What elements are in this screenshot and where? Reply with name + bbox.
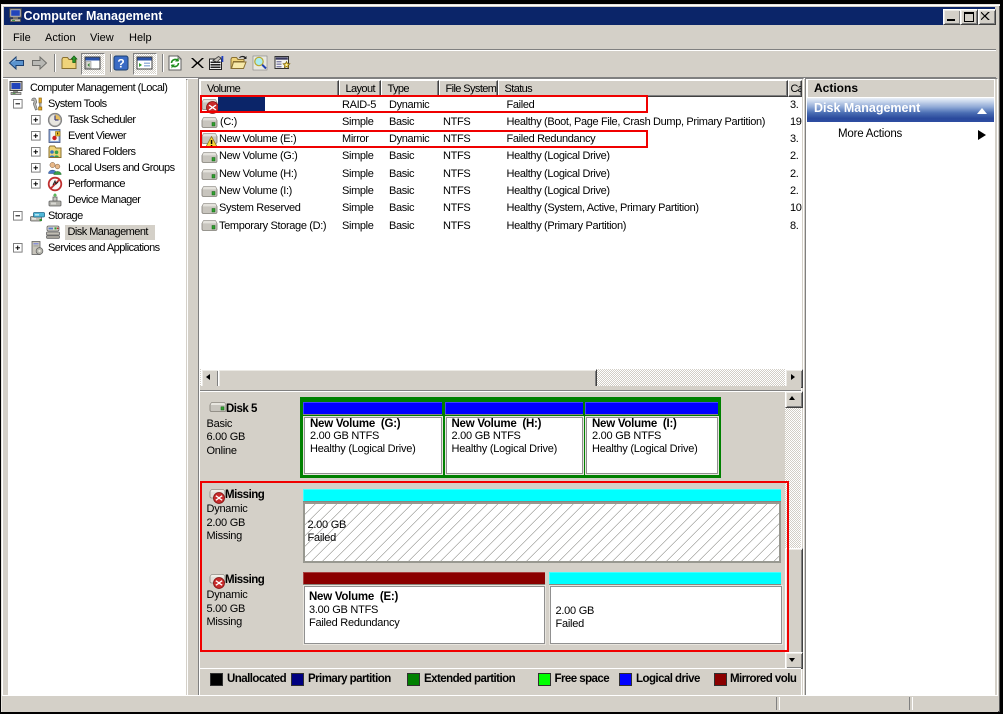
svg-text:?: ?	[117, 57, 124, 71]
